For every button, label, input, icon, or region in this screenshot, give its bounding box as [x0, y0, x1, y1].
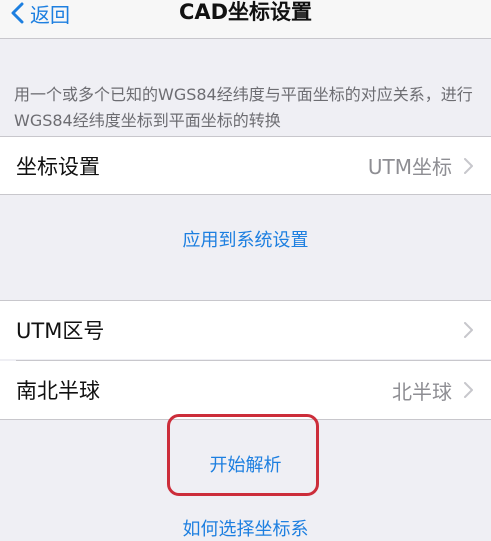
chevron-right-icon — [464, 382, 473, 398]
start-parse-button[interactable]: 开始解析 — [0, 451, 491, 477]
utm-zone-label: UTM区号 — [16, 319, 105, 343]
how-to-choose-coordinate-link[interactable]: 如何选择坐标系 — [0, 515, 491, 541]
chevron-right-icon — [464, 322, 473, 338]
chevron-right-icon — [464, 157, 473, 174]
utm-zone-row[interactable]: UTM区号 — [0, 300, 491, 359]
coordinate-setting-row[interactable]: 坐标设置 UTM坐标 — [0, 136, 491, 195]
coordinate-setting-label: 坐标设置 — [16, 154, 100, 179]
hemisphere-value: 北半球 — [392, 379, 452, 404]
navigation-bar: 返回 CAD坐标设置 — [0, 0, 491, 39]
page-title: CAD坐标设置 — [178, 0, 313, 24]
hemisphere-row[interactable]: 南北半球 北半球 — [0, 361, 491, 420]
description-text: 用一个或多个已知的WGS84经纬度与平面坐标的对应关系，进行WGS84经纬度坐标… — [14, 85, 473, 130]
coordinate-setting-value: UTM坐标 — [367, 155, 452, 179]
apply-to-system-button[interactable]: 应用到系统设置 — [0, 226, 491, 252]
hemisphere-label: 南北半球 — [16, 379, 100, 403]
